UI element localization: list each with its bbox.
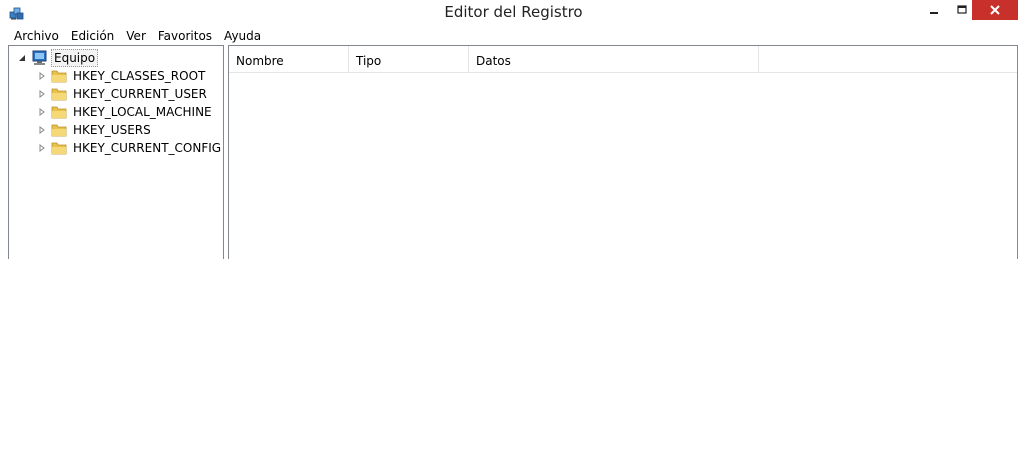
menu-favoritos[interactable]: Favoritos xyxy=(152,28,218,45)
computer-icon xyxy=(30,50,48,66)
tree-node-label: HKEY_USERS xyxy=(73,123,151,137)
minimize-icon xyxy=(930,12,938,14)
tree-node-hkey-current-user[interactable]: HKEY_CURRENT_USER xyxy=(37,85,209,103)
menu-ver[interactable]: Ver xyxy=(120,28,152,45)
column-headers: Nombre Tipo Datos xyxy=(229,46,1017,73)
folder-icon xyxy=(50,86,68,102)
menu-ayuda[interactable]: Ayuda xyxy=(218,28,267,45)
column-header-tipo[interactable]: Tipo xyxy=(349,46,469,72)
tree-node-label: HKEY_CLASSES_ROOT xyxy=(73,69,206,83)
title-bar[interactable]: Editor del Registro xyxy=(0,0,1027,26)
tree-node-hkey-local-machine[interactable]: HKEY_LOCAL_MACHINE xyxy=(37,103,214,121)
tree-node-label: HKEY_CURRENT_CONFIG xyxy=(73,141,222,155)
close-icon xyxy=(990,5,1000,15)
folder-icon xyxy=(50,104,68,120)
window-title: Editor del Registro xyxy=(444,3,583,21)
tree-node-hkey-classes-root[interactable]: HKEY_CLASSES_ROOT xyxy=(37,67,207,85)
collapse-arrow-icon[interactable] xyxy=(17,53,27,63)
maximize-icon xyxy=(957,5,967,14)
tree-node-hkey-current-config[interactable]: HKEY_CURRENT_CONFIG xyxy=(37,139,223,157)
tree-node-hkey-users[interactable]: HKEY_USERS xyxy=(37,121,153,139)
folder-icon xyxy=(50,140,68,156)
expand-arrow-icon[interactable] xyxy=(37,71,47,81)
minimize-button[interactable] xyxy=(920,0,948,20)
tree-node-equipo[interactable]: Equipo xyxy=(17,49,99,67)
expand-arrow-icon[interactable] xyxy=(37,125,47,135)
menu-bar: Archivo Edición Ver Favoritos Ayuda xyxy=(8,28,267,45)
tree-node-label: HKEY_CURRENT_USER xyxy=(73,87,207,101)
tree-node-label: Equipo xyxy=(51,49,99,67)
expand-arrow-icon[interactable] xyxy=(37,143,47,153)
expand-arrow-icon[interactable] xyxy=(37,89,47,99)
tree-node-label: HKEY_LOCAL_MACHINE xyxy=(73,105,212,119)
folder-icon xyxy=(50,68,68,84)
menu-edicion[interactable]: Edición xyxy=(65,28,120,45)
values-list-pane[interactable]: Nombre Tipo Datos xyxy=(228,45,1018,259)
close-button[interactable] xyxy=(972,0,1018,20)
registry-editor-window: Editor del Registro Archivo Edición Ver … xyxy=(0,0,1027,259)
column-header-nombre[interactable]: Nombre xyxy=(229,46,349,72)
menu-archivo[interactable]: Archivo xyxy=(8,28,65,45)
column-header-datos[interactable]: Datos xyxy=(469,46,759,72)
expand-arrow-icon[interactable] xyxy=(37,107,47,117)
key-tree-pane[interactable]: Equipo HKEY_CLASSES_ROOT HKEY_CURRENT_US… xyxy=(8,45,224,259)
folder-icon xyxy=(50,122,68,138)
